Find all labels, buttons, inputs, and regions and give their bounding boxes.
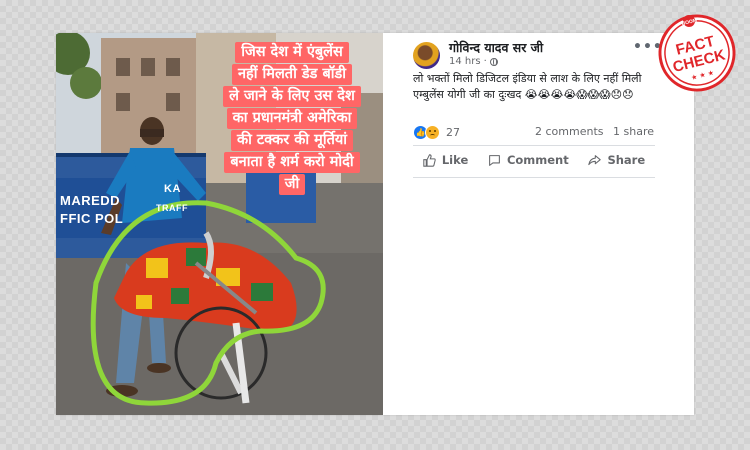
fact-check-stamp: BOOM FACT CHECK ★ ★ ★ — [658, 14, 736, 92]
sad-reaction-icon — [425, 125, 440, 140]
caption-line: का प्रधानमंत्री अमेरिका — [226, 108, 358, 129]
caption-line: की टक्कर की मूर्तियां — [230, 130, 354, 151]
comment-button[interactable]: Comment — [488, 153, 569, 167]
caption-line: ले जाने के लिए उस देश — [223, 86, 361, 107]
post-panel: गोविन्द यादव सर जी 14 hrs · ••• लो भक्तो… — [383, 33, 694, 415]
post-actions: Like Comment Share — [413, 153, 655, 167]
post-time[interactable]: 14 hrs — [449, 56, 481, 67]
caption-line: जिस देश में एंबुलेंस — [235, 42, 349, 63]
barricade-text: MAREDD — [60, 193, 121, 208]
barricade-text: TRAFF — [156, 203, 188, 213]
reactions-summary[interactable]: 👍 27 — [413, 125, 460, 140]
facebook-post-card: MAREDD FFIC POL KA TRAFF जिस देश में एंब… — [56, 33, 694, 415]
caption-line: जी — [278, 174, 306, 195]
divider — [413, 145, 655, 146]
shares-count[interactable]: 1 share — [613, 125, 654, 138]
share-label: Share — [607, 153, 646, 167]
image-caption-overlay: जिस देश में एंबुलेंस नहीं मिलती डेड बॉडी… — [206, 42, 378, 196]
avatar[interactable] — [413, 42, 440, 69]
like-label: Like — [441, 153, 469, 167]
post-image[interactable]: MAREDD FFIC POL KA TRAFF जिस देश में एंब… — [56, 33, 383, 415]
share-arrow-icon — [588, 154, 602, 165]
post-text: लो भक्तों मिलो डिजिटल इंडिया से लाश के ल… — [413, 72, 642, 101]
barricade-text: FFIC POL — [60, 211, 124, 226]
barricade-text: KA — [164, 183, 181, 195]
caption-line: नहीं मिलती डेड बॉडी — [232, 64, 352, 85]
comment-label: Comment — [506, 153, 569, 167]
thumbs-up-icon — [423, 153, 436, 167]
comments-count[interactable]: 2 comments — [535, 125, 604, 138]
post-meta: 14 hrs · — [449, 56, 498, 67]
divider — [413, 177, 655, 178]
share-button[interactable]: Share — [588, 153, 645, 167]
like-button[interactable]: Like — [423, 153, 468, 167]
reaction-count: 27 — [446, 126, 460, 139]
caption-line: बनाता है शर्म करो मोदी — [224, 152, 360, 173]
post-author[interactable]: गोविन्द यादव सर जी — [449, 39, 543, 56]
globe-icon — [489, 57, 498, 66]
post-stats: 2 comments 1 share — [535, 125, 654, 138]
comment-icon — [489, 154, 500, 166]
